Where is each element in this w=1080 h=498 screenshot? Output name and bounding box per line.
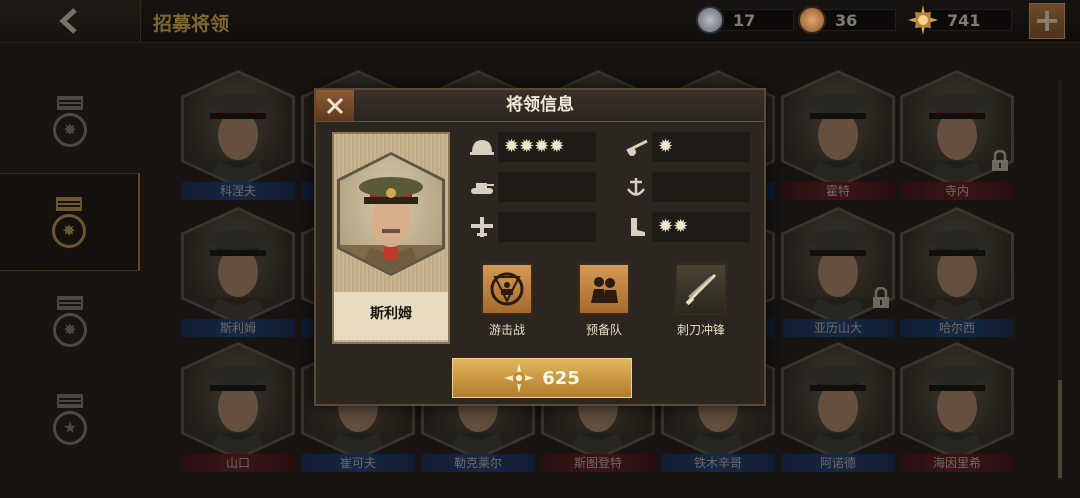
general-card: 斯利姆 (332, 132, 450, 344)
silver-medal-icon (696, 6, 724, 34)
infantry-stars: ✹✹✹✹ (504, 136, 565, 157)
stat-air (466, 212, 596, 242)
reserve-troops-icon (578, 263, 630, 315)
general-info-dialog: 将领信息 斯利姆 ✹✹✹✹ ✹ ✹✹ 游击战 预备队 刺刀冲锋 625 (314, 88, 766, 406)
skill-bayonet-label: 刺刀冲锋 (676, 323, 725, 337)
stat-infantry: ✹✹✹✹ (466, 132, 596, 162)
aircraft-icon (471, 217, 493, 237)
boot-icon (631, 218, 645, 236)
general-portrait (340, 177, 442, 273)
artillery-icon (626, 139, 648, 156)
skill-bayonet[interactable]: 刺刀冲锋 (666, 263, 736, 338)
skill-guerrilla-label: 游击战 (488, 323, 525, 337)
march-stars: ✹✹ (658, 216, 689, 237)
close-button[interactable] (316, 90, 354, 121)
general-portrait-frame (337, 152, 445, 276)
skill-reserve[interactable]: 预备队 (569, 263, 639, 338)
dialog-title: 将领信息 (506, 95, 574, 115)
guerrilla-icon (481, 263, 533, 315)
skill-reserve-label: 预备队 (585, 323, 622, 337)
dialog-header: 将领信息 (316, 90, 764, 122)
close-icon (326, 97, 344, 114)
recruit-button[interactable]: 625 (452, 358, 632, 398)
gold-star-medal-icon (504, 363, 535, 393)
bayonet-charge-icon (675, 263, 727, 315)
artillery-stars: ✹ (658, 136, 674, 157)
stat-march: ✹✹ (620, 212, 750, 242)
bronze-medal-icon (798, 6, 826, 34)
tank-icon (471, 183, 494, 194)
general-name: 斯利姆 (334, 292, 448, 340)
gold-star-medal-icon (908, 5, 938, 35)
stat-artillery: ✹ (620, 132, 750, 162)
infantry-helmet-icon (470, 140, 494, 155)
navy-anchor-icon (626, 178, 646, 196)
stat-tank (466, 172, 596, 202)
stat-navy (620, 172, 750, 202)
skill-guerrilla[interactable]: 游击战 (472, 263, 542, 338)
recruit-cost: 625 (542, 367, 580, 389)
